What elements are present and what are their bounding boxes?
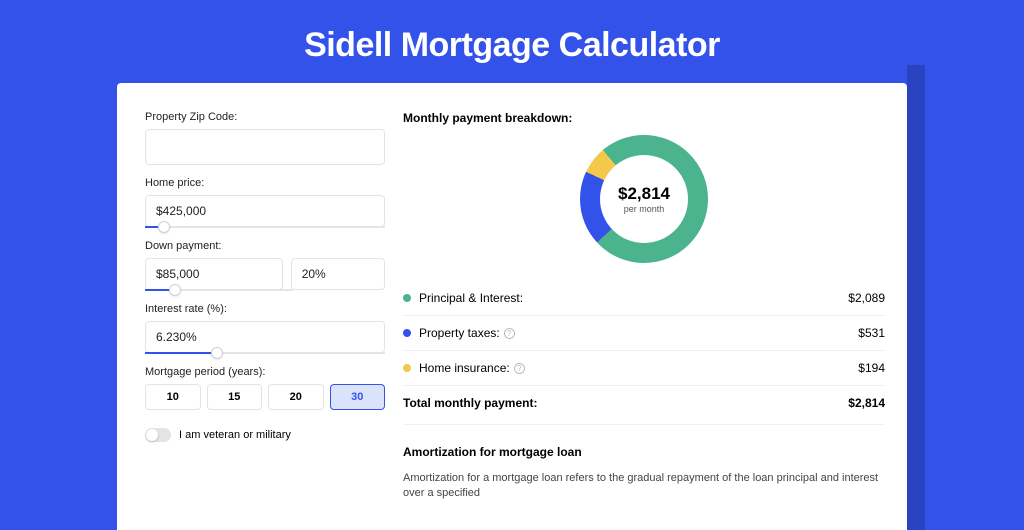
legend-label: Principal & Interest: xyxy=(419,291,848,305)
interest-rate-slider[interactable] xyxy=(145,352,385,354)
total-label: Total monthly payment: xyxy=(403,396,848,410)
breakdown-heading: Monthly payment breakdown: xyxy=(403,111,885,125)
amortization-heading: Amortization for mortgage loan xyxy=(403,445,885,459)
breakdown-column: Monthly payment breakdown: $2,814 per mo… xyxy=(403,111,885,502)
legend-row: Principal & Interest:$2,089 xyxy=(403,281,885,316)
period-button-10[interactable]: 10 xyxy=(145,384,201,410)
down-payment-label: Down payment: xyxy=(145,240,385,252)
down-payment-percent-input[interactable] xyxy=(291,258,385,290)
legend-row: Property taxes:?$531 xyxy=(403,316,885,351)
zip-input[interactable] xyxy=(145,129,385,165)
total-value: $2,814 xyxy=(848,396,885,410)
home-price-label: Home price: xyxy=(145,177,385,189)
legend-dot-icon xyxy=(403,329,411,337)
zip-label: Property Zip Code: xyxy=(145,111,385,123)
legend-label: Home insurance:? xyxy=(419,361,858,375)
calculator-card: Property Zip Code: Home price: Down paym… xyxy=(117,83,907,530)
legend-value: $2,089 xyxy=(848,291,885,305)
mortgage-period-label: Mortgage period (years): xyxy=(145,366,385,378)
breakdown-legend: Principal & Interest:$2,089Property taxe… xyxy=(403,281,885,386)
slider-thumb-icon[interactable] xyxy=(158,221,170,233)
page-title: Sidell Mortgage Calculator xyxy=(0,0,1024,83)
donut-center-value: $2,814 xyxy=(618,184,670,204)
total-row: Total monthly payment: $2,814 xyxy=(403,386,885,425)
slider-thumb-icon[interactable] xyxy=(169,284,181,296)
legend-value: $531 xyxy=(858,326,885,340)
info-icon[interactable]: ? xyxy=(514,363,525,374)
slider-thumb-icon[interactable] xyxy=(211,347,223,359)
home-price-slider[interactable] xyxy=(145,226,385,228)
down-payment-slider[interactable] xyxy=(145,289,293,291)
period-button-15[interactable]: 15 xyxy=(207,384,263,410)
mortgage-period-group: 10152030 xyxy=(145,384,385,410)
period-button-20[interactable]: 20 xyxy=(268,384,324,410)
legend-dot-icon xyxy=(403,364,411,372)
payment-donut-chart: $2,814 per month xyxy=(580,135,708,263)
veteran-label: I am veteran or military xyxy=(179,429,291,441)
period-button-30[interactable]: 30 xyxy=(330,384,386,410)
legend-dot-icon xyxy=(403,294,411,302)
info-icon[interactable]: ? xyxy=(504,328,515,339)
interest-rate-input[interactable] xyxy=(145,321,385,353)
amortization-text: Amortization for a mortgage loan refers … xyxy=(403,471,885,502)
donut-center-sub: per month xyxy=(624,204,665,214)
legend-label: Property taxes:? xyxy=(419,326,858,340)
veteran-toggle[interactable] xyxy=(145,428,171,442)
legend-value: $194 xyxy=(858,361,885,375)
down-payment-amount-input[interactable] xyxy=(145,258,283,290)
home-price-input[interactable] xyxy=(145,195,385,227)
interest-rate-label: Interest rate (%): xyxy=(145,303,385,315)
inputs-column: Property Zip Code: Home price: Down paym… xyxy=(145,111,385,502)
legend-row: Home insurance:?$194 xyxy=(403,351,885,386)
